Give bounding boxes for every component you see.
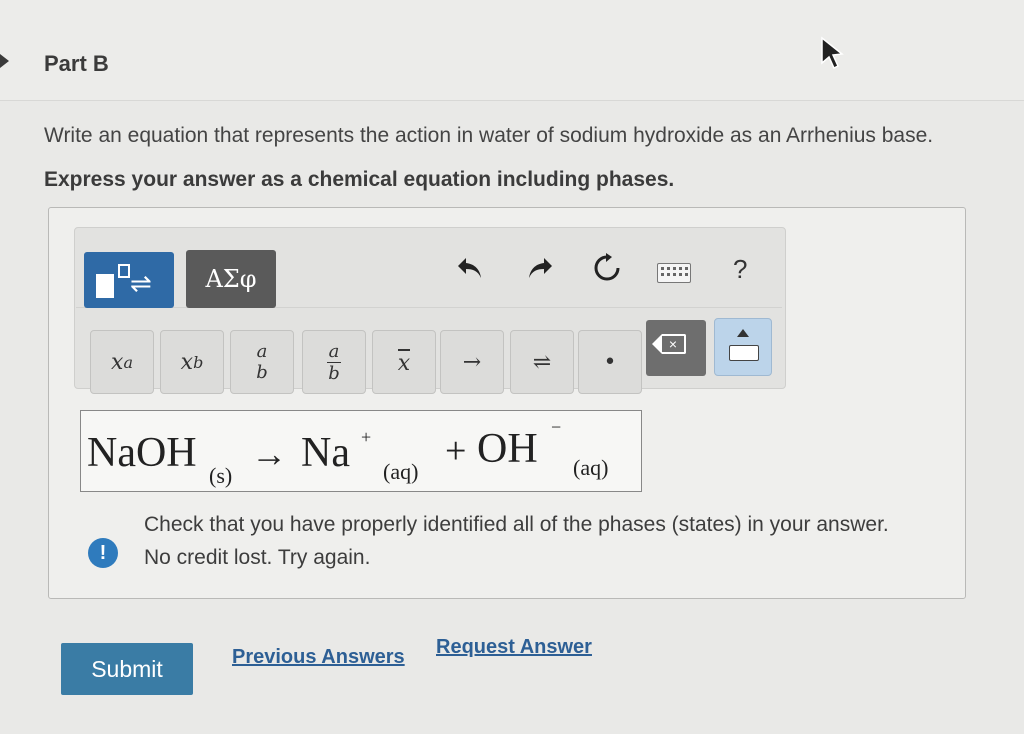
help-button[interactable]: ?	[733, 254, 747, 285]
redo-icon[interactable]	[526, 256, 554, 286]
keyboard-shortcuts-icon[interactable]	[657, 263, 691, 283]
equation-input[interactable]: NaOH (s) → Na + (aq) + OH − (aq)	[80, 410, 642, 492]
template-small-square-icon	[118, 264, 130, 278]
arrow-up-icon	[737, 329, 749, 337]
feedback-line-1: Check that you have properly identified …	[144, 513, 889, 536]
subscript-key[interactable]: xb	[160, 330, 224, 394]
fraction-denominator: b	[256, 362, 268, 383]
reset-icon[interactable]	[592, 253, 622, 289]
fraction-key[interactable]: a b	[230, 330, 294, 394]
subscript-base: x	[180, 349, 194, 375]
equilibrium-arrow-key[interactable]: ⇌	[510, 330, 574, 394]
product1: Na	[301, 430, 350, 476]
question-text: Write an equation that represents the ac…	[44, 124, 934, 147]
plus-sign: +	[445, 430, 467, 472]
instruction-text: Express your answer as a chemical equati…	[44, 168, 675, 191]
feedback-line-2: No credit lost. Try again.	[144, 546, 371, 569]
superscript-key[interactable]: xa	[90, 330, 154, 394]
request-answer-link[interactable]: Request Answer	[436, 636, 592, 659]
warning-icon: !	[88, 538, 118, 568]
collapse-arrow-icon[interactable]	[0, 54, 9, 68]
feedback-message: Check that you have properly identified …	[144, 508, 889, 574]
subscript-index: b	[193, 352, 204, 372]
superscript-exponent: a	[123, 352, 133, 372]
undo-icon[interactable]	[456, 256, 484, 286]
overbar-key[interactable]: x	[372, 330, 436, 394]
part-title: Part B	[44, 51, 109, 76]
fraction-numerator: a	[256, 341, 268, 362]
mouse-cursor-icon	[821, 36, 844, 70]
product2-charge: −	[551, 417, 562, 437]
part-header	[0, 0, 1024, 101]
equilibrium-icon: ⇌	[130, 268, 152, 298]
fraction-bar-key[interactable]: a b	[302, 330, 366, 394]
reaction-arrow-key[interactable]: →	[440, 330, 504, 394]
greek-symbols-button[interactable]: ΑΣφ	[186, 250, 276, 308]
template-square-icon	[96, 274, 114, 298]
overbar-symbol: x	[397, 348, 411, 376]
reactant-phase: (s)	[209, 463, 233, 488]
keyboard-icon	[729, 345, 759, 361]
toolbar-divider	[76, 307, 782, 308]
templates-button[interactable]: ⇌	[84, 252, 174, 308]
product2-phase: (aq)	[573, 455, 609, 480]
keyboard-toggle-key[interactable]	[714, 318, 772, 376]
submit-button[interactable]: Submit	[61, 643, 193, 695]
dot-key[interactable]: •	[578, 330, 642, 394]
product1-charge: +	[361, 427, 372, 447]
backspace-icon: ×	[652, 334, 686, 354]
product1-phase: (aq)	[383, 459, 419, 484]
product2: OH	[477, 426, 538, 472]
previous-answers-link[interactable]: Previous Answers	[232, 646, 405, 669]
superscript-base: x	[111, 349, 124, 375]
reaction-arrow: →	[251, 434, 287, 474]
fraction-bar-numerator: a	[326, 340, 342, 363]
fraction-bar-denominator: b	[328, 362, 340, 384]
backspace-key[interactable]: ×	[646, 320, 706, 376]
reactant: NaOH	[87, 430, 197, 476]
